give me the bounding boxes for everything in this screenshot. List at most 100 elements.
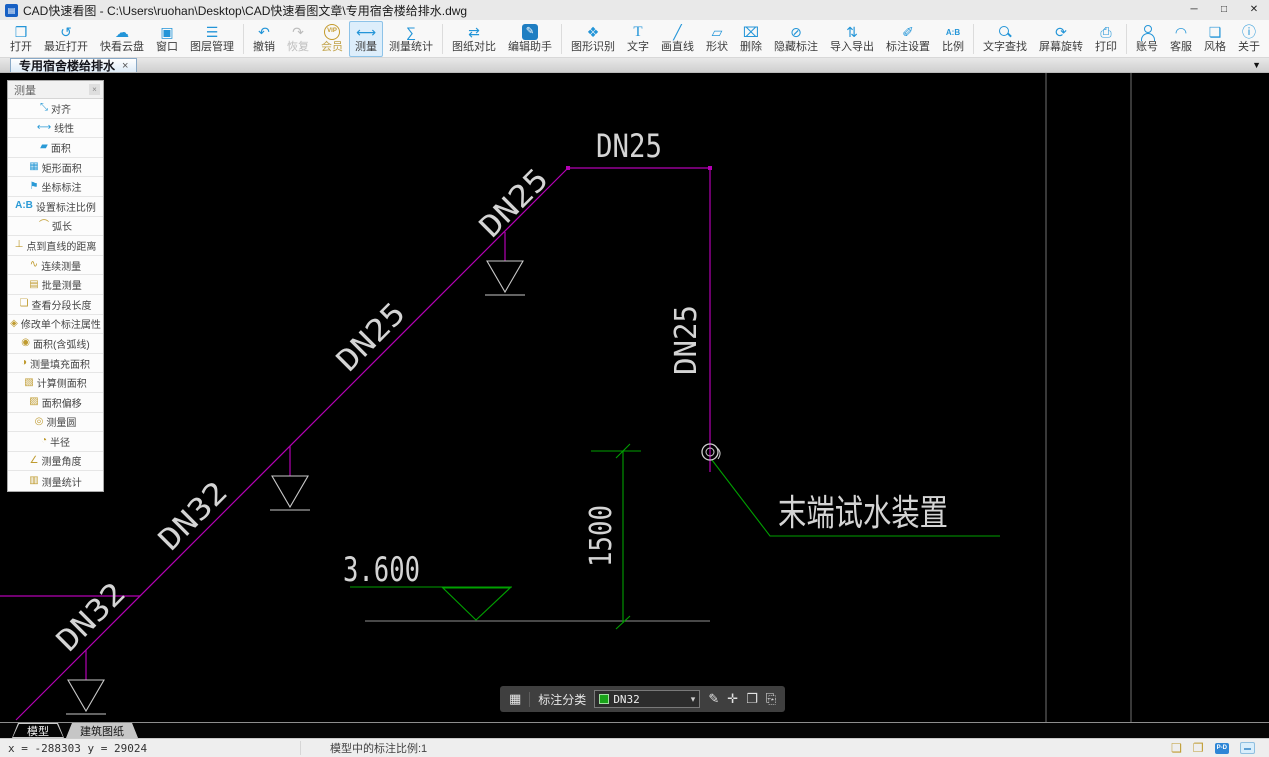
document-tab[interactable]: 专用宿舍楼给排水 × — [10, 58, 138, 73]
toolbar-separator — [1126, 23, 1127, 54]
measure-tool-linear[interactable]: ⟷ 线性 — [8, 118, 103, 139]
shapes-button[interactable]: ▱ 形状 — [700, 21, 734, 57]
measure-tool-fill-area[interactable]: ◑ 测量填充面积 — [8, 353, 103, 374]
classify-selected-value: DN32 — [613, 692, 640, 706]
pipe-label-diag-mid: DN25 — [330, 296, 413, 379]
shapes-icon: ▱ — [711, 23, 723, 40]
import-export-icon: ⇅ — [846, 23, 858, 40]
window-button[interactable]: ▣ 窗口 — [150, 21, 184, 57]
screen-rotate-button[interactable]: ⟳ 屏幕旋转 — [1033, 21, 1089, 57]
measure-tool-dim-scale[interactable]: A:B 设置标注比例 — [8, 196, 103, 217]
measure-tool-coordinate[interactable]: ⚑ 坐标标注 — [8, 177, 103, 197]
measure-tool-circle[interactable]: ◎ 测量圆 — [8, 412, 103, 433]
scale-button[interactable]: A:B 比例 — [936, 21, 970, 57]
tab-close-icon[interactable]: × — [122, 60, 128, 72]
fill-area-icon: ◑ — [20, 357, 28, 369]
shape-recognition-button[interactable]: ❖ 图形识别 — [565, 21, 621, 57]
pipe-endpoint-marker — [566, 166, 570, 170]
window-tool-icon[interactable] — [1240, 742, 1255, 754]
measure-tool-radius[interactable]: ◔ 半径 — [8, 432, 103, 452]
main-toolbar: ❒ 打开 ↺ 最近打开 ☁ 快看云盘 ▣ 窗口 ☰ 图层管理 ↶ 撤销 ↷ 恢复 VIP 会员 … — [0, 20, 1269, 58]
shape-recognition-icon: ❖ — [586, 23, 600, 40]
edit-assistant-button[interactable]: ✎ 编辑助手 — [502, 21, 558, 57]
measure-tool-segment[interactable]: ❏ 查看分段长度 — [8, 294, 103, 315]
print-button[interactable]: ⎙ 打印 — [1089, 21, 1123, 57]
cloud-drive-button[interactable]: ☁ 快看云盘 — [94, 21, 150, 57]
measure-tool-rect-area[interactable]: ▦ 矩形面积 — [8, 157, 103, 178]
measure-tool-area-arc[interactable]: ◉ 面积(含弧线) — [8, 334, 103, 354]
classify-move-icon[interactable]: ✛ — [727, 691, 738, 707]
undo-button[interactable]: ↶ 撤销 — [247, 21, 281, 57]
vip-button[interactable]: VIP 会员 — [315, 21, 349, 57]
measure-panel-title: 测量 — [14, 84, 36, 97]
classify-copy-icon[interactable]: ❐ — [746, 691, 758, 707]
device-note: 末端试水装置 — [778, 493, 948, 534]
account-button[interactable]: 账号 — [1130, 21, 1164, 57]
measure-button[interactable]: ⟷ 测量 — [349, 20, 383, 57]
title-bar: ▤ CAD快速看图 - C:\Users\ruohan\Desktop\CAD快… — [0, 0, 1269, 20]
measure-tool-edit-prop[interactable]: ◈ 修改单个标注属性 — [8, 314, 103, 335]
text-search-button[interactable]: 文字查找 — [977, 21, 1033, 57]
classify-dropdown[interactable]: DN32 ▾ — [594, 690, 701, 708]
statusbar-divider — [300, 741, 301, 755]
arc-length-icon: ⌒ — [39, 219, 49, 231]
draw-line-button[interactable]: ╱ 画直线 — [655, 21, 700, 57]
hide-annotations-icon: ⊘ — [790, 23, 802, 40]
app-window: ▤ CAD快速看图 - C:\Users\ruohan\Desktop\CAD快… — [0, 0, 1269, 757]
close-button[interactable]: ✕ — [1239, 0, 1269, 20]
sheet-tab-model[interactable]: 模型 — [12, 723, 64, 738]
minimize-button[interactable]: ─ — [1179, 0, 1209, 20]
rect-area-icon: ▦ — [29, 161, 39, 173]
sprinkler-symbols — [66, 260, 525, 715]
annotation-settings-button[interactable]: ✐ 标注设置 — [880, 21, 936, 57]
test-device-symbol — [701, 443, 721, 461]
linear-dim-icon: ⟷ — [36, 121, 52, 133]
text-icon: T — [633, 23, 643, 40]
doc-edit-icon[interactable]: ❐ — [1193, 741, 1204, 755]
measure-tool-continuous[interactable]: ∿ 连续测量 — [8, 255, 103, 276]
area-offset-icon: ▨ — [29, 396, 39, 408]
tab-list-caret-icon[interactable]: ▼ — [1252, 60, 1261, 70]
pipe-lines — [0, 167, 711, 721]
measure-tool-area-offset[interactable]: ▨ 面积偏移 — [8, 392, 103, 413]
delete-button[interactable]: ⌧ 删除 — [734, 21, 768, 57]
maximize-button[interactable]: □ — [1209, 0, 1239, 20]
radius-icon: ◔ — [40, 435, 48, 447]
undo-icon: ↶ — [258, 23, 270, 40]
panel-close-icon[interactable]: × — [89, 84, 100, 95]
classify-edit-icon[interactable]: ✎ — [708, 691, 719, 707]
import-export-button[interactable]: ⇅ 导入导出 — [824, 21, 880, 57]
measure-tool-area[interactable]: ▰ 面积 — [8, 138, 103, 158]
aligned-dim-icon: ⤡ — [40, 102, 48, 114]
measure-tool-aligned[interactable]: ⤡ 对齐 — [8, 99, 103, 119]
hide-annotations-button[interactable]: ⊘ 隐藏标注 — [768, 21, 824, 57]
doc-export-icon[interactable]: ❏ — [1171, 741, 1182, 755]
pdf-dwg-converter-icon[interactable]: P-D — [1214, 742, 1229, 754]
classify-grid-icon[interactable]: ▦ — [509, 691, 521, 707]
drawing-compare-button[interactable]: ⇄ 图纸对比 — [446, 21, 502, 57]
measure-tool-angle[interactable]: ∠ 测量角度 — [8, 451, 103, 472]
measure-angle-icon: ∠ — [29, 454, 39, 466]
draw-line-icon: ╱ — [673, 23, 682, 40]
measure-tool-stats[interactable]: ▥ 测量统计 — [8, 471, 103, 491]
drawing-canvas[interactable]: DN25 DN25 DN25 DN32 DN32 DN25 1500 3.600… — [0, 73, 1269, 722]
measure-tool-batch[interactable]: ▤ 批量测量 — [8, 275, 103, 295]
classify-paste-icon[interactable]: ⎘ — [766, 691, 776, 707]
measure-panel-header[interactable]: 测量 × — [8, 81, 103, 99]
open-button[interactable]: ❒ 打开 — [4, 21, 38, 57]
measure-tool-point-line[interactable]: ⊥ 点到直线的距离 — [8, 236, 103, 256]
about-button[interactable]: ⓘ 关于 — [1232, 21, 1266, 57]
measure-tool-arc-length[interactable]: ⌒ 弧长 — [8, 216, 103, 237]
layer-manager-button[interactable]: ☰ 图层管理 — [184, 21, 240, 57]
recent-files-button[interactable]: ↺ 最近打开 — [38, 21, 94, 57]
toolbar-separator — [442, 23, 443, 54]
support-button[interactable]: ◠ 客服 — [1164, 21, 1198, 57]
measure-tool-side-area[interactable]: ▧ 计算侧面积 — [8, 373, 103, 393]
redo-button[interactable]: ↷ 恢复 — [281, 21, 315, 57]
text-button[interactable]: T 文字 — [621, 21, 655, 57]
sheet-tab-layout[interactable]: 建筑图纸 — [66, 723, 138, 738]
window-icon: ▣ — [160, 23, 174, 40]
style-button[interactable]: ❏ 风格 — [1198, 21, 1232, 57]
toolbar-separator — [973, 23, 974, 54]
measure-stats-button[interactable]: ∑ 测量统计 — [383, 21, 439, 57]
